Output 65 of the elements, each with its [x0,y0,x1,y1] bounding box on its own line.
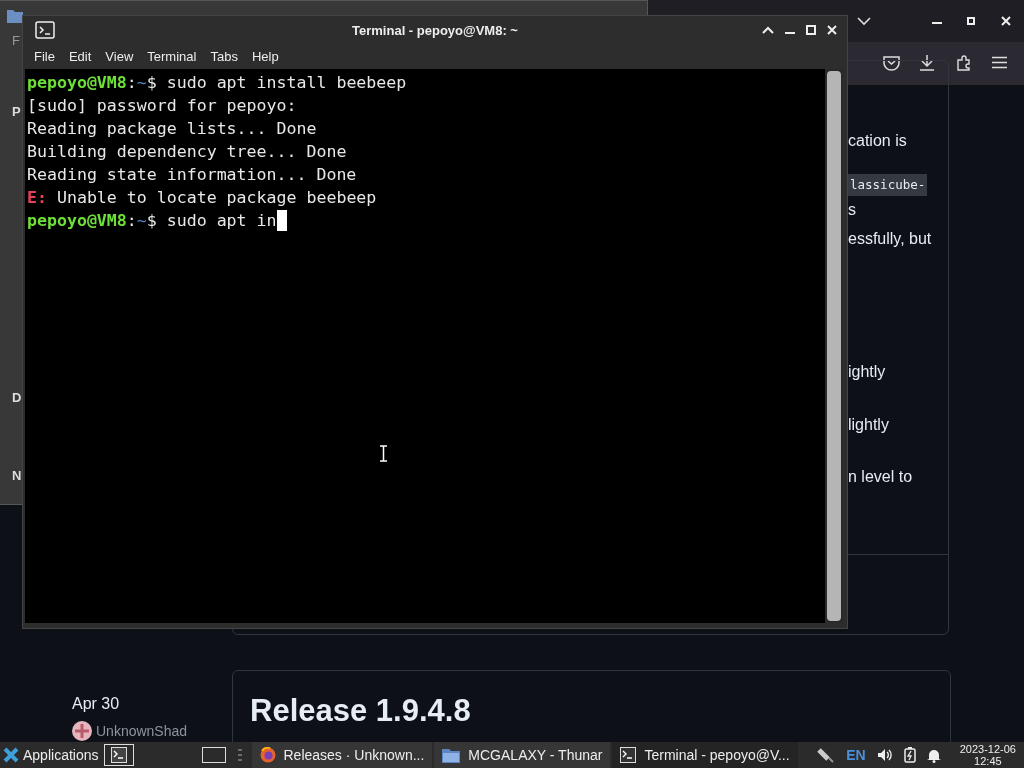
sidebar-text: F [12,33,21,48]
paragraph-text: essfully, but [848,229,932,249]
shield-pocket-icon[interactable] [883,55,900,71]
paragraph-text: n level to [848,467,913,487]
terminal-text: E: [27,187,47,209]
code-snippet: lassicube- [848,174,928,196]
terminal-text: Unable to locate package beebeep [55,187,377,209]
menu-item[interactable]: Terminal [140,49,204,64]
menu-item[interactable]: View [98,49,141,64]
show-desktop-icon[interactable] [201,747,226,763]
terminal-text: [sudo] password for pepoyo: [27,95,297,117]
author-link[interactable]: UnknownShad [96,723,188,739]
terminal-text: pepoyo@VM8 [27,210,127,232]
terminal-icon [35,21,55,39]
sidebar-text: D [12,390,22,405]
terminal-text: : [126,72,137,94]
drag-handle-icon[interactable] [237,749,242,761]
clock[interactable]: 2023-12-06 12:45 [959,743,1016,767]
menu-icon[interactable] [992,56,1007,69]
taskbar-button[interactable]: MCGALAXY - Thunar [434,742,611,768]
keyboard-layout-indicator[interactable]: EN [846,747,866,763]
paragraph-text: cation is [848,131,907,151]
terminal-launcher[interactable] [103,744,134,766]
xfce-logo-icon [3,747,19,763]
terminal-text: Reading package lists... Done [27,118,317,140]
folder-icon [7,9,23,23]
maximize-icon[interactable] [806,25,816,35]
folder-icon [442,747,461,763]
terminal-text: $ sudo apt install beebeep [146,72,407,94]
paragraph-text: ightly [848,362,886,382]
paragraph-text: s [848,200,856,220]
notification-bell-icon[interactable] [926,747,941,763]
scrollbar[interactable] [825,69,843,623]
paragraph-text: lightly [848,415,889,435]
download-icon[interactable] [919,54,935,71]
release-date: Apr 30 [72,695,121,713]
terminal-text: : [126,210,137,232]
taskbar-button[interactable]: Terminal - pepoyo@V... [612,742,798,768]
avatar-icon [72,721,92,741]
text-cursor-icon [380,445,387,462]
menu-item[interactable]: Help [244,49,286,64]
battery-icon[interactable] [903,747,916,763]
maximize-icon[interactable] [967,17,975,25]
sidebar-text: P [12,104,22,119]
terminal-text: pepoyo@VM8 [27,72,127,94]
close-icon[interactable] [827,25,837,35]
menu-item[interactable]: Edit [61,49,99,64]
terminal-text: Reading state information... Done [27,164,357,186]
puzzle-icon[interactable] [956,55,972,71]
release-title: Release 1.9.4.8 [250,693,471,728]
taskbar-button[interactable]: Releases · Unknown... [251,742,433,768]
close-icon[interactable] [1001,16,1011,26]
terminal-text: ~ [136,72,147,94]
terminal-text: Building dependency tree... Done [27,141,347,163]
menu-item[interactable]: Tabs [203,49,245,64]
terminal-icon [620,747,637,763]
applications-menu[interactable]: Applications [0,747,102,763]
terminal-text: $ sudo apt in [146,210,277,232]
terminal-text: ~ [136,210,147,232]
sidebar-text: N [12,468,22,483]
menu-item[interactable]: File [27,49,62,64]
volume-icon[interactable] [876,748,893,762]
window-title: Terminal - pepoyo@VM8: ~ [352,22,518,38]
chevron-up-icon[interactable] [762,26,774,34]
browser-icon [259,747,276,763]
